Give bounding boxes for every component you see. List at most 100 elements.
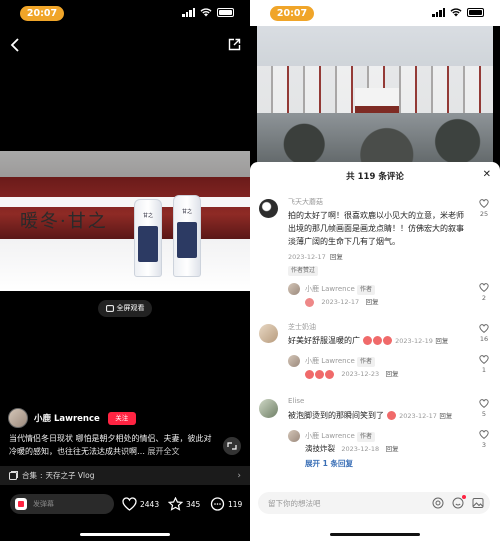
fullscreen-icon <box>105 305 114 312</box>
comment-date: 2023-12-17 <box>288 253 326 261</box>
comment-button[interactable]: 119 <box>210 497 242 511</box>
reply-avatar[interactable] <box>288 283 300 295</box>
fullscreen-button[interactable]: 全屏观看 <box>98 300 152 317</box>
heart-icon <box>479 399 489 408</box>
danmu-input[interactable]: 发弹幕 <box>10 494 114 514</box>
emoji-icon <box>305 297 314 307</box>
star-icon <box>168 497 183 511</box>
wifi-icon <box>200 8 212 17</box>
wifi-icon <box>450 8 462 17</box>
home-indicator <box>330 533 420 536</box>
reply-like-count: 2 <box>481 294 487 302</box>
reply-button[interactable]: 回复 <box>386 445 399 453</box>
reply-date: 2023-12-17 <box>321 298 360 306</box>
battery-icon <box>467 8 484 17</box>
comment-like[interactable]: 5 <box>476 399 492 418</box>
comment-like-count: 25 <box>479 210 489 218</box>
reply-line: 2023-12-23 回复 <box>305 368 399 379</box>
share-icon[interactable] <box>228 38 241 51</box>
close-icon[interactable]: ✕ <box>483 169 491 180</box>
comment-line: 被泡脚烫到的那瞬间笑到了 2023-12-17 回复 <box>288 409 468 423</box>
collect-button[interactable]: 345 <box>168 497 200 511</box>
back-arrow-icon[interactable] <box>10 38 20 52</box>
reply-button[interactable]: 回复 <box>439 412 452 420</box>
emoji-icon <box>386 411 396 420</box>
comment-date: 2023-12-17 <box>399 412 437 420</box>
heart-icon <box>479 430 489 439</box>
comment-username[interactable]: 芝士奶油 <box>288 322 316 332</box>
status-bar: 20:07 <box>250 0 500 26</box>
follow-button[interactable]: 关注 <box>107 411 136 425</box>
comment-text: 拍的太好了啊！很喜欢鹿以小见大的立意，米老师出境的那几帧画面是画龙点睛！！仿佛宏… <box>288 211 464 246</box>
author-name[interactable]: 小鹿 Lawrence <box>34 412 100 424</box>
comment-line: 好美好舒服温暖的广 2023-12-19 回复 <box>288 334 468 348</box>
signal-icon <box>182 8 195 17</box>
status-icons <box>182 8 234 17</box>
reply-date: 2023-12-23 <box>341 370 380 378</box>
expand-replies-link[interactable]: 展开 1 条回复 <box>305 458 353 469</box>
reply-like[interactable]: 1 <box>476 355 492 374</box>
image-icon[interactable] <box>472 497 484 509</box>
star-count: 345 <box>186 499 201 509</box>
comment-username[interactable]: 飞天大蘑菇 <box>288 197 323 207</box>
collection-icon <box>9 471 18 480</box>
collection-title: 天存之子 Vlog <box>45 471 95 480</box>
comment-input-placeholder: 留下你的想法吧 <box>268 499 321 508</box>
status-icons <box>432 8 484 17</box>
danmu-placeholder: 发弹幕 <box>33 500 54 508</box>
reply-user: 小鹿 Lawrence 作者 <box>305 284 376 295</box>
chevron-right-icon: › <box>237 470 241 481</box>
reply-date: 2023-12-18 <box>341 445 380 453</box>
notification-dot <box>462 495 466 499</box>
video-description: 当代情侣冬日现状 哪怕是朝夕相处的情侣、夫妻，彼此对冷暖的感知，也往往无法达成共… <box>9 432 214 458</box>
comment-text: 被泡脚烫到的那瞬间笑到了 <box>288 411 384 420</box>
bottom-bar: 发弹幕 2443 345 119 <box>0 494 250 516</box>
heart-icon <box>479 324 489 333</box>
danmu-toggle-icon[interactable] <box>15 498 27 510</box>
reply-username[interactable]: 小鹿 Lawrence <box>305 285 355 293</box>
commenter-avatar[interactable] <box>259 399 278 418</box>
reply-username[interactable]: 小鹿 Lawrence <box>305 357 355 365</box>
reply-like[interactable]: 3 <box>476 430 492 449</box>
reply-like-count: 1 <box>481 366 487 374</box>
at-icon[interactable] <box>432 497 444 509</box>
comments-screen: 20:07 共 119 条评论 ✕ 飞天大蘑菇 拍的太好了啊！很喜欢鹿以小见大的… <box>250 0 500 541</box>
forbidden-city-photo <box>257 26 493 165</box>
like-count: 2443 <box>140 499 160 509</box>
collection-bar[interactable]: 合集 : 天存之子 Vlog › <box>0 466 250 485</box>
like-button[interactable]: 2443 <box>122 497 159 511</box>
reply-avatar[interactable] <box>288 430 300 442</box>
comment-like[interactable]: 16 <box>476 324 492 343</box>
author-avatar[interactable] <box>8 408 28 428</box>
reply-user: 小鹿 Lawrence 作者 <box>305 356 376 367</box>
comment-username[interactable]: Elise <box>288 397 304 405</box>
comment-input[interactable]: 留下你的想法吧 <box>258 492 490 514</box>
rotate-button[interactable] <box>223 437 241 455</box>
video-player[interactable]: 暖冬·甘之 甘之 甘之 <box>0 151 250 291</box>
reply-like[interactable]: 2 <box>476 283 492 302</box>
status-time: 20:07 <box>270 6 314 21</box>
video-overlay-text: 暖冬·甘之 <box>20 211 108 232</box>
emoji-icon <box>325 369 334 379</box>
milk-bottle-image: 甘之 <box>134 199 162 277</box>
sheet-title: 共 119 条评论 <box>346 172 404 182</box>
reply-button[interactable]: 回复 <box>386 370 399 378</box>
comment-date: 2023-12-19 <box>395 337 433 345</box>
heart-icon <box>479 199 489 208</box>
home-indicator <box>80 533 170 536</box>
reply-button[interactable]: 回复 <box>366 298 379 306</box>
comment-like[interactable]: 25 <box>476 199 492 218</box>
reply-username[interactable]: 小鹿 Lawrence <box>305 432 355 440</box>
comment-meta: 2023-12-17 回复 <box>288 251 343 261</box>
reply-button[interactable]: 回复 <box>435 337 448 345</box>
emoji-icon <box>305 369 314 379</box>
reply-avatar[interactable] <box>288 355 300 367</box>
commenter-avatar[interactable] <box>259 199 278 218</box>
reply-button[interactable]: 回复 <box>330 253 343 261</box>
author-row: 小鹿 Lawrence 关注 <box>8 408 136 428</box>
comment-sheet: 共 119 条评论 ✕ 飞天大蘑菇 拍的太好了啊！很喜欢鹿以小见大的立意，米老师… <box>250 162 500 541</box>
expand-text-link[interactable]: 展开全文 <box>148 447 180 456</box>
commenter-avatar[interactable] <box>259 324 278 343</box>
reply-line: 演技炸裂 2023-12-18 回复 <box>305 443 399 454</box>
author-badge: 作者 <box>357 357 376 367</box>
